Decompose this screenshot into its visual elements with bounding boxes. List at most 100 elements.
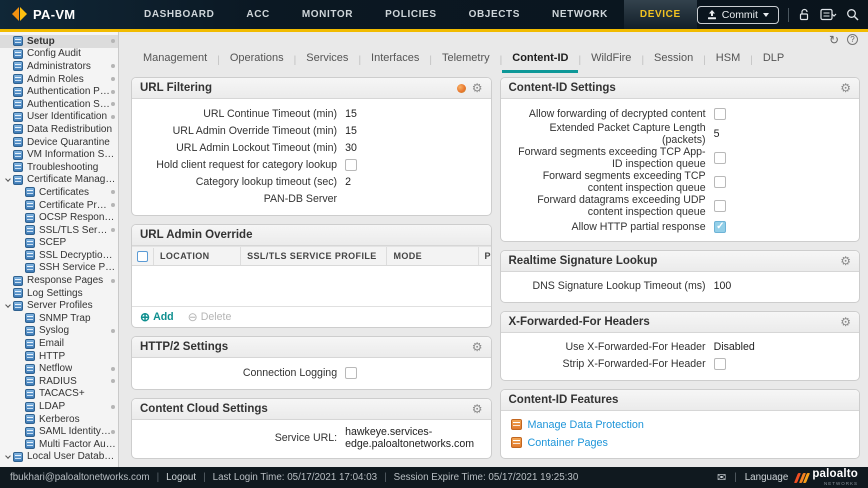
sidebar-item-http[interactable]: HTTP bbox=[0, 350, 118, 363]
form-row-url-admin-lockout-timeout-min: URL Admin Lockout Timeout (min) 30 bbox=[142, 139, 481, 156]
gear-icon[interactable]: ⚙ bbox=[840, 316, 851, 328]
sidebar-item-log-settings[interactable]: Log Settings bbox=[0, 287, 118, 300]
nav-tab-objects[interactable]: OBJECTS bbox=[453, 0, 536, 29]
forward-segments-exceeding-tcp-content-inspection-queue-checkbox[interactable] bbox=[713, 176, 726, 188]
allow-http-partial-response-checkbox[interactable] bbox=[713, 220, 726, 233]
sidebar-item-administrators[interactable]: Administrators bbox=[0, 60, 118, 73]
top-nav-bar: PA-VM DASHBOARD ACC MONITOR POLICIES OBJECTS… bbox=[0, 0, 868, 29]
sidebar-item-radius[interactable]: RADIUS bbox=[0, 375, 118, 388]
logout-link[interactable]: Logout bbox=[166, 472, 196, 483]
sidebar-item-syslog[interactable]: Syslog bbox=[0, 325, 118, 338]
chevron-down-icon[interactable] bbox=[5, 453, 11, 459]
tab-interfaces[interactable]: Interfaces bbox=[361, 48, 429, 73]
sidebar-item-vm-information-sources[interactable]: VM Information Sources bbox=[0, 148, 118, 161]
sidebar-item-certificate-profile[interactable]: Certificate Profile bbox=[0, 199, 118, 212]
override-table-body bbox=[132, 266, 491, 306]
connection-logging-checkbox[interactable] bbox=[345, 366, 358, 379]
sidebar-item-tacacs[interactable]: TACACS+ bbox=[0, 388, 118, 401]
sidebar-item-ssl-tls-service-profile[interactable]: SSL/TLS Service Profile bbox=[0, 224, 118, 237]
sidebar-item-authentication-sequence[interactable]: Authentication Sequence bbox=[0, 98, 118, 111]
gear-icon[interactable]: ⚙ bbox=[472, 403, 483, 415]
nav-tab-policies[interactable]: POLICIES bbox=[369, 0, 452, 29]
sidebar-item-server-profiles[interactable]: Server Profiles bbox=[0, 299, 118, 312]
delete-button[interactable]: ⊖ Delete bbox=[188, 311, 232, 323]
x-forwarded-for-panel: X-Forwarded-For Headers ⚙ Use X-Forwarde… bbox=[499, 310, 860, 381]
sidebar-item-authentication-profile[interactable]: Authentication Profile bbox=[0, 85, 118, 98]
refresh-icon[interactable]: ↻ bbox=[829, 34, 839, 46]
tab-session[interactable]: Session bbox=[644, 48, 703, 73]
sidebar-item-admin-roles[interactable]: Admin Roles bbox=[0, 73, 118, 86]
sidebar-item-local-user-database[interactable]: Local User Database bbox=[0, 451, 118, 464]
sidebar-item-setup[interactable]: Setup bbox=[0, 35, 118, 48]
gear-icon[interactable]: ⚙ bbox=[472, 341, 483, 353]
sidebar-item-netflow[interactable]: Netflow bbox=[0, 362, 118, 375]
gear-icon[interactable]: ⚙ bbox=[472, 82, 483, 94]
gear-icon[interactable]: ⚙ bbox=[840, 82, 851, 94]
sidebar-item-email[interactable]: Email bbox=[0, 337, 118, 350]
paloalto-flames-icon bbox=[794, 472, 811, 483]
sidebar-item-response-pages[interactable]: Response Pages bbox=[0, 274, 118, 287]
sidebar-item-ssh-service-profile[interactable]: SSH Service Profile bbox=[0, 262, 118, 275]
tab-hsm[interactable]: HSM bbox=[706, 48, 750, 73]
tab-telemetry[interactable]: Telemetry bbox=[432, 48, 500, 73]
sidebar-item-multi-factor-authentication[interactable]: Multi Factor Authentication bbox=[0, 438, 118, 451]
allow-forwarding-of-decrypted-content-checkbox[interactable] bbox=[713, 107, 726, 120]
chevron-down-icon[interactable] bbox=[5, 301, 11, 308]
tab-wildfire[interactable]: WildFire bbox=[581, 48, 641, 73]
tab-services[interactable]: Services bbox=[296, 48, 358, 73]
sidebar-item-label: Certificates bbox=[39, 186, 90, 198]
sidebar-item-troubleshooting[interactable]: Troubleshooting bbox=[0, 161, 118, 174]
sidebar-item-label: SSL Decryption Exclusion bbox=[39, 249, 118, 261]
help-icon[interactable]: ? bbox=[847, 34, 858, 45]
pan-db-status-icon[interactable] bbox=[456, 83, 466, 93]
item-marker-icon bbox=[111, 102, 115, 107]
nav-tab-network[interactable]: NETWORK bbox=[536, 0, 624, 29]
sidebar-item-kerberos[interactable]: Kerberos bbox=[0, 413, 118, 426]
admin-roles-icon bbox=[13, 74, 23, 85]
nav-tab-dashboard[interactable]: DASHBOARD bbox=[128, 0, 230, 29]
sidebar-item-ssl-decryption-exclusion[interactable]: SSL Decryption Exclusion bbox=[0, 249, 118, 262]
column-header[interactable]: PROPERTIES bbox=[479, 247, 491, 265]
search-icon[interactable] bbox=[846, 8, 859, 21]
sidebar-item-label: Data Redistribution bbox=[27, 123, 113, 135]
paloalto-logo: paloalto NETWORKS bbox=[794, 468, 858, 486]
tab-management[interactable]: Management bbox=[133, 48, 217, 73]
nav-tab-monitor[interactable]: MONITOR bbox=[286, 0, 369, 29]
commit-button[interactable]: Commit bbox=[696, 5, 779, 24]
column-header[interactable]: MODE bbox=[387, 247, 479, 265]
column-header[interactable]: SSL/TLS SERVICE PROFILE bbox=[241, 247, 388, 265]
gear-icon[interactable]: ⚙ bbox=[840, 255, 851, 267]
tab-content-id[interactable]: Content-ID bbox=[502, 48, 579, 73]
tab-operations[interactable]: Operations bbox=[220, 48, 294, 73]
sidebar-item-scep[interactable]: SCEP bbox=[0, 237, 118, 250]
sidebar-item-saml-identity-provider[interactable]: SAML Identity Provider bbox=[0, 425, 118, 438]
sidebar-item-ocsp-responder[interactable]: OCSP Responder bbox=[0, 211, 118, 224]
forward-datagrams-exceeding-udp-content-inspection-queue-checkbox[interactable] bbox=[713, 200, 726, 212]
column-header[interactable]: LOCATION bbox=[154, 247, 242, 265]
config-tasks-icon[interactable] bbox=[820, 8, 837, 21]
select-all-checkbox[interactable] bbox=[137, 250, 148, 262]
messages-icon[interactable]: ✉ bbox=[717, 471, 726, 484]
sidebar-item-label: Email bbox=[39, 338, 65, 350]
nav-tab-device[interactable]: DEVICE bbox=[623, 0, 697, 29]
sidebar-item-certificate-management[interactable]: Certificate Management bbox=[0, 174, 118, 187]
panel-title: Content Cloud Settings bbox=[140, 403, 268, 415]
nav-tab-acc[interactable]: ACC bbox=[230, 0, 285, 29]
sidebar-item-device-quarantine[interactable]: Device Quarantine bbox=[0, 136, 118, 149]
sidebar-item-config-audit[interactable]: Config Audit bbox=[0, 48, 118, 61]
hold-client-request-for-category-lookup-checkbox[interactable] bbox=[345, 158, 358, 171]
link-container-pages[interactable]: Container Pages bbox=[510, 434, 850, 452]
link-manage-data-protection[interactable]: Manage Data Protection bbox=[510, 416, 850, 434]
strip-x-forwarded-for-header-checkbox[interactable] bbox=[713, 358, 726, 371]
sidebar-item-snmp-trap[interactable]: SNMP Trap bbox=[0, 312, 118, 325]
sidebar-item-user-identification[interactable]: User Identification bbox=[0, 111, 118, 124]
language-link[interactable]: Language bbox=[745, 472, 789, 483]
forward-segments-exceeding-tcp-app-id-inspection-queue-checkbox[interactable] bbox=[713, 152, 726, 164]
add-button[interactable]: ⊕ Add bbox=[140, 311, 174, 323]
sidebar-item-data-redistribution[interactable]: Data Redistribution bbox=[0, 123, 118, 136]
tab-dlp[interactable]: DLP bbox=[753, 48, 794, 73]
sidebar-item-certificates[interactable]: Certificates bbox=[0, 186, 118, 199]
lock-icon[interactable] bbox=[798, 8, 811, 21]
chevron-down-icon[interactable] bbox=[5, 175, 11, 182]
sidebar-item-ldap[interactable]: LDAP bbox=[0, 400, 118, 413]
